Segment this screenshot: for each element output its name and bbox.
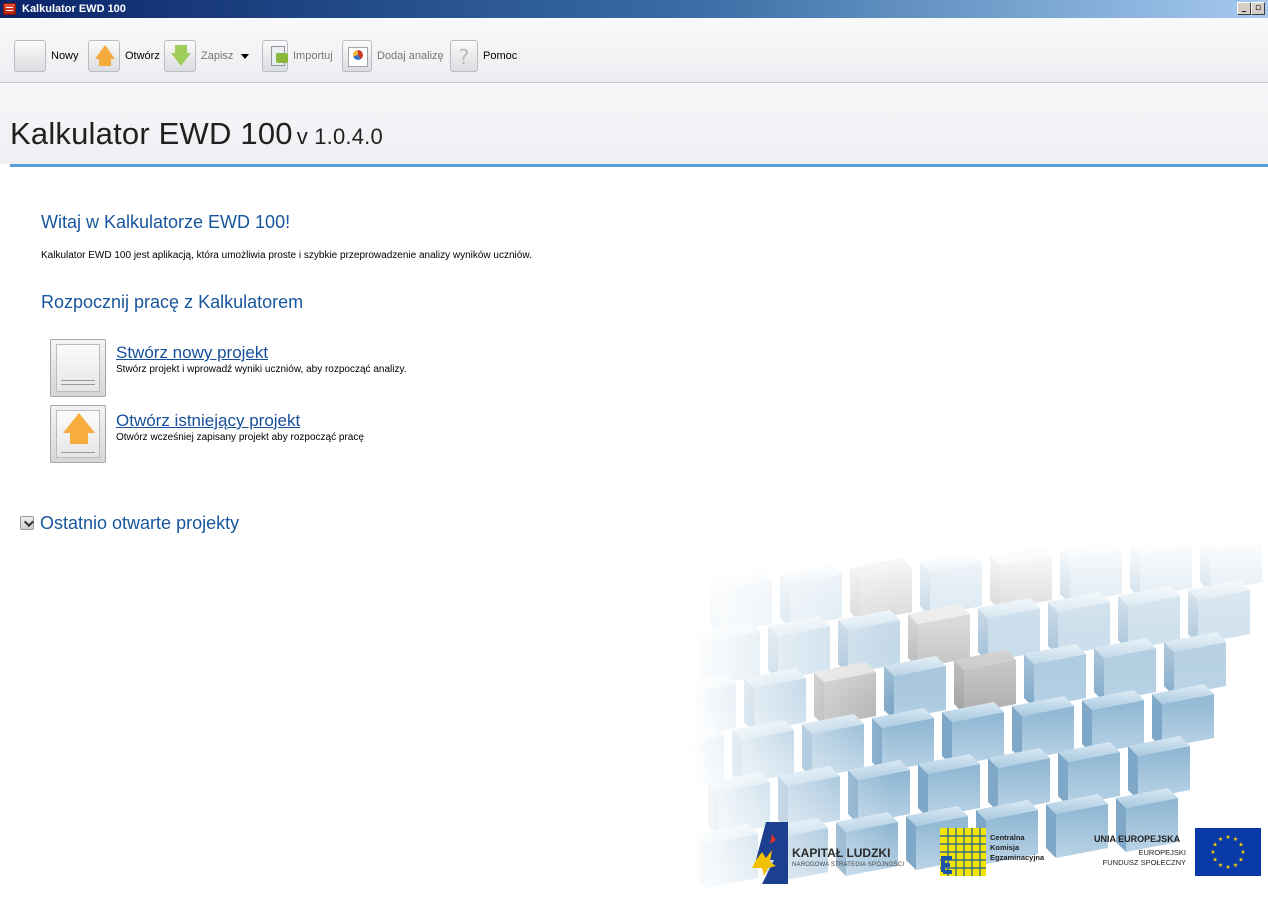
open-button-label: Otwórz	[125, 50, 160, 62]
tile-line	[61, 380, 95, 381]
minimize-icon[interactable]: _	[1237, 2, 1251, 15]
header-accent-line	[10, 164, 1268, 167]
save-button-label: Zapisz	[201, 50, 234, 62]
arrow-up-icon	[63, 413, 95, 433]
add-analysis-button-label: Dodaj analizę	[377, 50, 444, 62]
welcome-heading: Witaj w Kalkulatorze EWD 100!	[41, 212, 291, 232]
kapital-ludzki-logo-icon	[752, 822, 788, 884]
kapital-ludzki-text: KAPITAŁ LUDZKI	[792, 846, 891, 860]
open-project-description: Otwórz wcześniej zapisany projekt aby ro…	[116, 432, 364, 443]
import-icon	[262, 40, 288, 72]
import-button[interactable]: Importuj	[262, 38, 333, 74]
cke-line: Komisja	[990, 843, 1020, 852]
create-project-description: Stwórz projekt i wprowadź wyniki uczniów…	[116, 364, 407, 375]
eu-flag-icon: ★★★★★★★★★ ★ ★★	[1195, 828, 1261, 876]
cke-text: Centralna Komisja Egzaminacyjna	[990, 833, 1044, 863]
new-button-label: Nowy	[51, 50, 79, 62]
app-icon[interactable]	[3, 3, 16, 15]
open-project-link[interactable]: Otwórz istniejący projekt	[116, 411, 364, 431]
open-arrow-up-icon	[88, 40, 120, 72]
save-arrow-down-icon	[164, 40, 196, 72]
eu-star-icon: ★	[1210, 849, 1215, 856]
arrow-up-stem	[70, 432, 88, 444]
eu-star-icon: ★	[1212, 857, 1217, 864]
eu-star-icon: ★	[1225, 834, 1230, 841]
eu-star-icon: ★	[1238, 857, 1243, 864]
eu-star-icon: ★	[1225, 864, 1230, 871]
kapital-ludzki-subtitle: NARODOWA STRATEGIA SPÓJNOŚCI	[792, 862, 905, 868]
save-button[interactable]: Zapisz	[164, 38, 250, 74]
help-button[interactable]: Pomoc	[450, 38, 517, 74]
eu-title: UNIA EUROPEJSKA	[1094, 834, 1181, 844]
eu-star-icon: ★	[1218, 862, 1223, 869]
cke-logo-icon	[940, 828, 986, 876]
open-button[interactable]: Otwórz	[88, 38, 160, 74]
import-button-label: Importuj	[293, 50, 333, 62]
create-project-row: Stwórz nowy projekt Stwórz projekt i wpr…	[50, 339, 407, 397]
title-bar: Kalkulator EWD 100 _ ▫	[0, 0, 1268, 18]
open-project-tile-icon[interactable]	[50, 405, 106, 463]
page-title: Kalkulator EWD 100 v 1.0.4.0	[10, 116, 383, 152]
create-project-link[interactable]: Stwórz nowy projekt	[116, 343, 407, 363]
add-analysis-button[interactable]: Dodaj analizę	[342, 38, 444, 74]
eu-star-icon: ★	[1218, 836, 1223, 843]
create-project-text: Stwórz nowy projekt Stwórz projekt i wpr…	[116, 339, 407, 397]
cke-line: Centralna	[990, 833, 1025, 842]
new-document-icon	[14, 40, 46, 72]
recent-projects-heading[interactable]: Ostatnio otwarte projekty	[40, 513, 239, 534]
cke-line: Egzaminacyjna	[990, 853, 1045, 862]
new-button[interactable]: Nowy	[14, 38, 79, 74]
app-name: Kalkulator EWD 100	[10, 116, 293, 151]
eu-subtitle-line: EUROPEJSKI	[1138, 848, 1186, 857]
eu-star-icon: ★	[1240, 849, 1245, 856]
help-question-icon	[450, 40, 478, 72]
open-project-row: Otwórz istniejący projekt Otwórz wcześni…	[50, 405, 364, 463]
eu-subtitle: EUROPEJSKI FUNDUSZ SPOŁECZNY	[1098, 848, 1186, 868]
new-project-tile-icon[interactable]	[50, 339, 106, 397]
open-project-text: Otwórz istniejący projekt Otwórz wcześni…	[116, 405, 364, 463]
app-version: v 1.0.4.0	[296, 124, 383, 149]
window-title: Kalkulator EWD 100	[22, 3, 126, 15]
toolbar: Nowy Otwórz Zapisz Importuj Dodaj analiz…	[0, 18, 1268, 83]
eu-subtitle-line: FUNDUSZ SPOŁECZNY	[1102, 858, 1186, 867]
eu-star-icon: ★	[1238, 842, 1243, 849]
recent-projects-chevron-icon[interactable]	[20, 516, 34, 530]
chart-icon	[342, 40, 372, 72]
save-dropdown-caret-icon[interactable]	[241, 53, 250, 59]
start-heading: Rozpocznij pracę z Kalkulatorem	[41, 292, 304, 312]
tile-line	[61, 384, 95, 385]
restore-icon[interactable]: ▫	[1251, 2, 1265, 15]
eu-star-icon: ★	[1233, 862, 1238, 869]
help-button-label: Pomoc	[483, 50, 518, 62]
welcome-description: Kalkulator EWD 100 jest aplikacją, która…	[41, 250, 532, 261]
tile-line	[61, 452, 95, 453]
